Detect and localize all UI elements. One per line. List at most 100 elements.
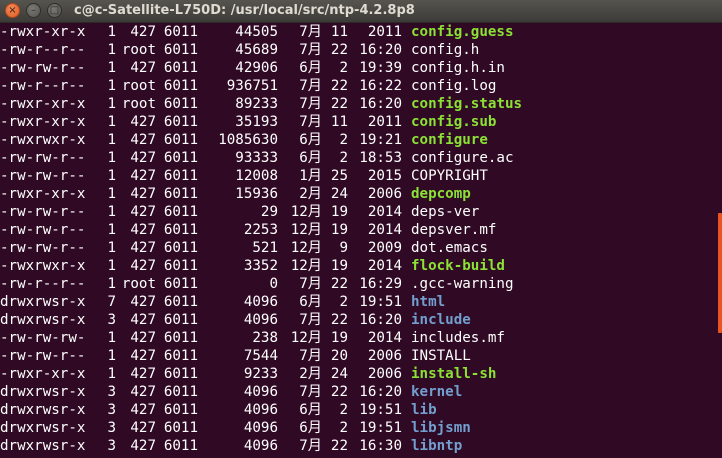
- file-links: 1: [107, 114, 116, 130]
- file-time: 2009: [367, 240, 402, 256]
- file-name: config.guess: [411, 24, 514, 40]
- file-day: 11: [330, 114, 348, 130]
- file-name: depcomp: [411, 186, 471, 202]
- file-month: 12月: [290, 240, 322, 256]
- file-time: 16:20: [359, 42, 402, 58]
- file-day: 19: [330, 258, 348, 274]
- file-group: 6011: [163, 366, 198, 382]
- file-day: 22: [330, 312, 348, 328]
- file-links: 1: [107, 186, 116, 202]
- file-time: 2015: [367, 168, 402, 184]
- file-owner: root: [121, 78, 156, 94]
- file-perm: -rwxr-xr-x: [0, 114, 86, 130]
- file-owner: 427: [130, 330, 156, 346]
- file-group: 6011: [163, 276, 198, 292]
- file-time: 2011: [367, 24, 402, 40]
- file-time: 16:20: [359, 96, 402, 112]
- file-perm: -rw-r--r--: [0, 42, 86, 58]
- terminal-output[interactable]: -rwxr-xr-x 1 427 6011 44505 7月 11 2011 config.gu…: [0, 23, 716, 458]
- file-owner: 427: [130, 204, 156, 220]
- listing-row: -rw-rw-r-- 1 427 6011 42906 6月 2 19:39 config.h.…: [0, 59, 716, 77]
- file-month: 6月: [299, 60, 322, 76]
- file-group: 6011: [163, 384, 198, 400]
- file-group: 6011: [163, 204, 198, 220]
- file-perm: -rwxr-xr-x: [0, 366, 86, 382]
- file-size: 12008: [235, 168, 278, 184]
- maximize-window-button[interactable]: □: [47, 3, 62, 18]
- file-size: 238: [252, 330, 278, 346]
- file-name: libntp: [411, 438, 463, 454]
- file-time: 19:51: [359, 420, 402, 436]
- file-month: 12月: [290, 222, 322, 238]
- file-size: 4096: [243, 402, 278, 418]
- file-name: kernel: [411, 384, 463, 400]
- file-name: libjsmn: [411, 420, 471, 436]
- file-owner: 427: [130, 240, 156, 256]
- listing-row: -rw-rw-r-- 1 427 6011 7544 7月 20 2006 INSTALL: [0, 347, 716, 365]
- file-day: 22: [330, 42, 348, 58]
- file-month: 6月: [299, 420, 322, 436]
- file-owner: 427: [130, 258, 156, 274]
- file-month: 7月: [299, 276, 322, 292]
- file-size: 89233: [235, 96, 278, 112]
- file-month: 7月: [299, 438, 322, 454]
- scrollbar-thumb[interactable]: [718, 213, 722, 333]
- file-time: 16:29: [359, 276, 402, 292]
- scrollbar[interactable]: [716, 23, 722, 458]
- file-links: 1: [107, 222, 116, 238]
- file-links: 1: [107, 330, 116, 346]
- file-size: 4096: [243, 312, 278, 328]
- file-day: 2: [339, 132, 348, 148]
- listing-row: -rwxrwxr-x 1 427 6011 1085630 6月 2 19:21 configu…: [0, 131, 716, 149]
- listing-row: -rw-rw-rw- 1 427 6011 238 12月 19 2014 includes.m…: [0, 329, 716, 347]
- file-owner: 427: [130, 60, 156, 76]
- file-group: 6011: [163, 330, 198, 346]
- file-size: 15936: [235, 186, 278, 202]
- file-name: dot.emacs: [411, 240, 488, 256]
- file-time: 2006: [367, 348, 402, 364]
- file-time: 2014: [367, 330, 402, 346]
- file-day: 22: [330, 276, 348, 292]
- minimize-window-button[interactable]: –: [26, 3, 41, 18]
- file-month: 7月: [299, 78, 322, 94]
- file-owner: 427: [130, 438, 156, 454]
- file-time: 18:53: [359, 150, 402, 166]
- file-name: install-sh: [411, 366, 497, 382]
- file-time: 16:22: [359, 78, 402, 94]
- file-month: 7月: [299, 42, 322, 58]
- file-day: 20: [330, 348, 348, 364]
- file-month: 7月: [299, 96, 322, 112]
- file-time: 2014: [367, 258, 402, 274]
- file-day: 11: [330, 24, 348, 40]
- file-day: 2: [339, 150, 348, 166]
- file-links: 1: [107, 366, 116, 382]
- file-size: 4096: [243, 294, 278, 310]
- file-size: 9233: [243, 366, 278, 382]
- file-links: 1: [107, 348, 116, 364]
- file-perm: -rwxrwxr-x: [0, 258, 86, 274]
- file-month: 7月: [299, 24, 322, 40]
- listing-row: -rw-r--r-- 1 root 6011 936751 7月 22 16:22 config…: [0, 77, 716, 95]
- file-owner: 427: [130, 186, 156, 202]
- listing-row: -rw-r--r-- 1 root 6011 0 7月 22 16:29 .gcc-warnin…: [0, 275, 716, 293]
- file-owner: 427: [130, 150, 156, 166]
- window-title: c@c-Satellite-L750D: /usr/local/src/ntp-…: [74, 3, 415, 18]
- file-name: lib: [411, 402, 437, 418]
- file-perm: -rw-rw-r--: [0, 348, 86, 364]
- file-name: config.log: [411, 78, 497, 94]
- file-group: 6011: [163, 240, 198, 256]
- file-day: 2: [339, 294, 348, 310]
- listing-row: -rwxr-xr-x 1 427 6011 15936 2月 24 2006 depcomp: [0, 185, 716, 203]
- file-size: 29: [260, 204, 278, 220]
- file-owner: 427: [130, 294, 156, 310]
- file-day: 2: [339, 60, 348, 76]
- file-links: 1: [107, 168, 116, 184]
- file-month: 12月: [290, 204, 322, 220]
- close-window-button[interactable]: ×: [5, 3, 20, 18]
- file-perm: -rw-rw-r--: [0, 168, 86, 184]
- file-day: 2: [339, 420, 348, 436]
- file-group: 6011: [163, 222, 198, 238]
- file-month: 7月: [299, 348, 322, 364]
- listing-row: -rw-rw-r-- 1 427 6011 521 12月 9 2009 dot.emacs: [0, 239, 716, 257]
- title-bar[interactable]: × – □ c@c-Satellite-L750D: /usr/local/sr…: [0, 0, 722, 23]
